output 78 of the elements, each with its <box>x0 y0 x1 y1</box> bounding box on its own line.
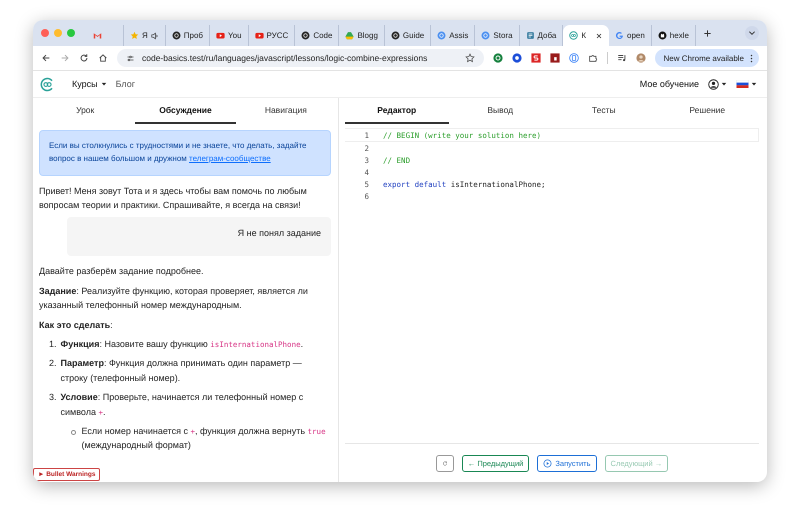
list-item-text: Параметр: Функция должна принимать один параметр — строку (телефонный номер). <box>60 357 303 385</box>
caret-icon <box>721 81 727 87</box>
tab-title: Stora <box>493 31 513 40</box>
list-number: 1. <box>49 338 57 351</box>
note-icon <box>526 31 535 40</box>
lesson-tab[interactable]: Обсуждение <box>135 98 236 124</box>
circle-icon <box>172 31 181 40</box>
chevron-down-icon[interactable] <box>745 26 759 40</box>
url-text: code-basics.test/ru/languages/javascript/lessons/logic-combine-expressions <box>142 53 428 63</box>
list-number: 3. <box>49 391 57 404</box>
editor-tab[interactable]: Вывод <box>448 98 552 124</box>
extension-icon[interactable] <box>568 53 579 63</box>
media-control-icon[interactable] <box>616 53 627 63</box>
circle-icon <box>390 31 400 40</box>
answer-text: Как это сделать: <box>39 318 114 332</box>
tab-title: Blogg <box>357 31 378 40</box>
my-learning-link[interactable]: Мое обучение <box>640 79 699 89</box>
tab-title: Проб <box>184 31 204 40</box>
editor-tab[interactable]: Тесты <box>552 98 656 124</box>
answer-text: Давайте разберём задание подробнее. <box>39 265 205 278</box>
nav-link[interactable]: Курсы <box>72 79 107 89</box>
language-menu[interactable] <box>736 80 757 88</box>
list-number: 2. <box>49 357 57 370</box>
close-icon[interactable] <box>595 32 603 40</box>
sliders-icon[interactable] <box>126 54 135 62</box>
tab-title: hexle <box>670 31 689 40</box>
logo-icon <box>569 31 578 40</box>
reset-icon <box>442 458 448 468</box>
flag-icon <box>736 80 749 88</box>
tab-title: You <box>228 31 242 40</box>
reload-icon[interactable] <box>79 53 89 63</box>
star-icon[interactable] <box>464 53 475 63</box>
circle-icon <box>301 31 310 40</box>
answer-text: Задание: Реализуйте функцию, которая проверяет, является ли указанный телефонный номер международным. <box>39 284 309 312</box>
more-options-icon[interactable] <box>750 54 753 62</box>
greeting-text: Привет! Меня зовут Тота и я здесь чтобы вам помочь по любым вопросам теории и практики. Спрашивайте, я всегда на связи! <box>39 184 308 212</box>
avatar-icon[interactable] <box>636 53 646 63</box>
tab-title: РУСС <box>266 31 288 40</box>
extension-icon[interactable] <box>492 53 503 63</box>
user-icon <box>708 78 719 90</box>
reset-button[interactable] <box>436 454 454 472</box>
play-circle-icon <box>543 458 552 468</box>
lesson-tab[interactable]: Урок <box>35 98 136 124</box>
home-icon[interactable] <box>98 53 108 63</box>
editor-tab[interactable]: Решение <box>656 98 759 124</box>
tab-title: Code <box>313 31 332 40</box>
editor-tab[interactable]: Редактор <box>345 98 448 124</box>
play-icon <box>254 31 264 40</box>
bullet-icon <box>70 430 76 435</box>
back-arrow-icon[interactable] <box>41 53 51 63</box>
star-icon <box>130 31 139 40</box>
tab-title: Доба <box>538 31 556 40</box>
logo-icon[interactable] <box>40 76 55 92</box>
circle-icon <box>437 31 446 40</box>
user-menu[interactable] <box>708 78 727 90</box>
nav-link[interactable]: Блог <box>116 79 136 89</box>
tab-title: open <box>627 31 645 40</box>
tab-title: Я <box>142 31 148 40</box>
user-message: Я не понял задание <box>67 217 331 256</box>
speaker-icon[interactable] <box>150 32 159 40</box>
play-icon <box>216 31 226 40</box>
extension-icon[interactable] <box>550 53 560 63</box>
tab-title: Assis <box>449 31 468 40</box>
tab-title: К <box>581 31 586 40</box>
letter-g-icon <box>615 31 624 40</box>
tab-title: Guide <box>402 31 424 40</box>
update-chrome-button[interactable]: New Chrome available <box>654 49 759 67</box>
circle-icon <box>481 31 490 40</box>
puzzle-icon[interactable] <box>588 53 598 63</box>
new-tab-icon[interactable] <box>702 28 712 38</box>
help-notice: Если вы столкнулись с трудностями и не знаете, что делать, задайте вопрос в нашем большом и дружном телеграм-сообществе <box>39 130 331 176</box>
extension-icon[interactable] <box>530 53 541 63</box>
extension-icon[interactable] <box>512 53 522 63</box>
lesson-tab[interactable]: Навигация <box>236 98 336 124</box>
browser-tab[interactable]: К <box>563 25 609 46</box>
address-bar[interactable]: code-basics.test/ru/languages/javascript/lessons/logic-combine-expressions <box>117 49 484 67</box>
envelope-icon <box>93 31 102 40</box>
caret-icon <box>751 81 757 87</box>
